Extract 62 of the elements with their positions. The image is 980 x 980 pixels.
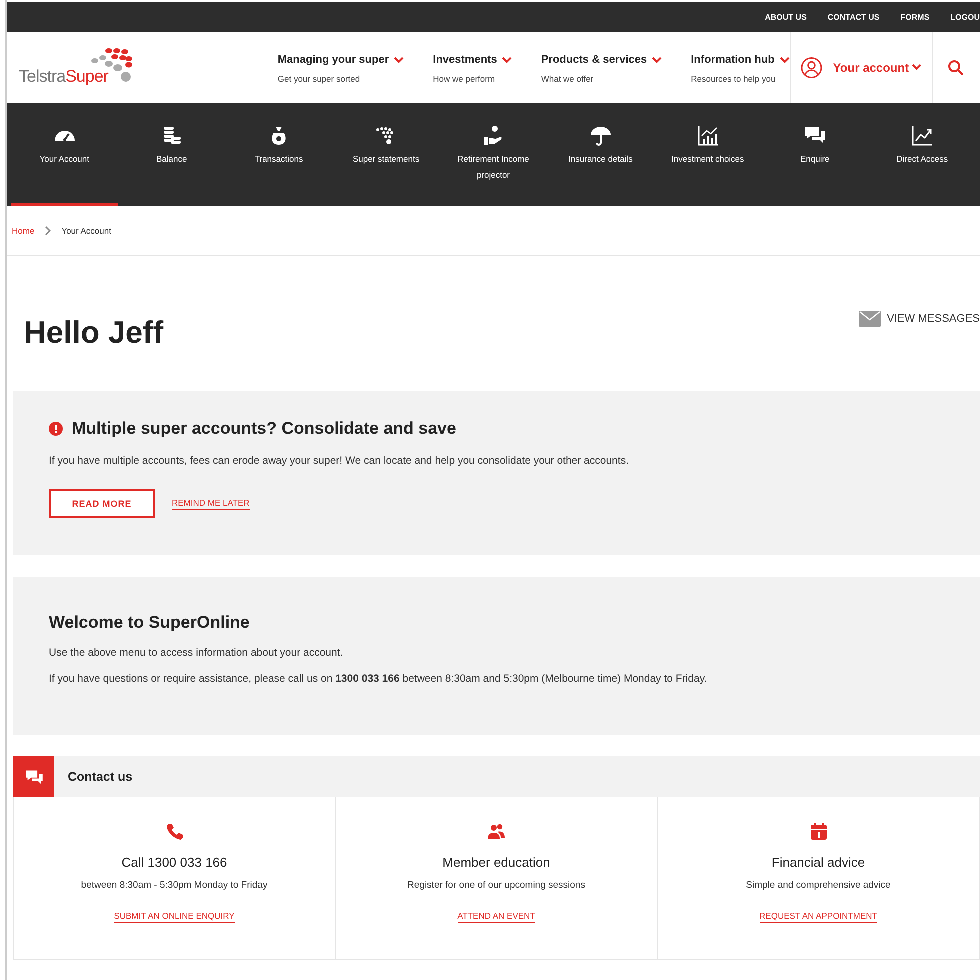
nav-tab[interactable]: Retirement Income projector <box>440 103 548 206</box>
chevron-down-icon <box>652 56 662 64</box>
card-title: Call 1300 033 166 <box>122 855 228 870</box>
alert-title: Multiple super accounts? Consolidate and save <box>72 419 456 439</box>
chevron-right-icon <box>44 226 52 236</box>
top-link[interactable]: ABOUT US <box>765 12 807 22</box>
nav-tab[interactable]: Super statements <box>332 103 440 206</box>
bar-chart-icon <box>696 124 720 146</box>
card-title: Financial advice <box>772 855 866 870</box>
greeting-heading: Hello Jeff <box>24 315 164 351</box>
top-link[interactable]: FORMS <box>900 12 930 22</box>
warning-icon <box>49 422 63 436</box>
welcome-title: Welcome to SuperOnline <box>49 613 251 633</box>
card-text: Register for one of our upcoming sessions <box>408 880 586 891</box>
umbrella-icon <box>588 124 613 146</box>
nav-tab[interactable]: Direct Access <box>868 103 976 206</box>
view-messages-link[interactable]: VIEW MESSAGES <box>859 311 980 327</box>
contact-title: Contact us <box>68 770 133 784</box>
menu-link[interactable]: Managing your super <box>278 54 390 66</box>
nav-tab[interactable]: Insurance details <box>547 103 654 206</box>
read-more-button[interactable]: READ MORE <box>49 489 155 518</box>
card-link[interactable]: REQUEST AN APPOINTMENT <box>760 911 878 923</box>
chevron-down-icon <box>780 56 790 64</box>
menu-link[interactable]: Products & services <box>541 54 648 66</box>
top-link[interactable]: LOGOU <box>950 12 980 22</box>
line-chart-icon <box>910 124 934 146</box>
chevron-down-icon <box>394 56 404 64</box>
card-title: Member education <box>442 855 550 870</box>
card-link[interactable]: ATTEND AN EVENT <box>458 911 536 923</box>
search-icon <box>948 60 964 76</box>
nav-tab[interactable]: Transactions <box>225 103 333 206</box>
account-menu[interactable]: Your account <box>833 60 910 74</box>
card-text: Simple and comprehensive advice <box>746 880 891 891</box>
welcome-text: Use the above menu to access information about your account. <box>49 647 344 659</box>
menu-subtitle: Get your super sorted <box>278 74 362 84</box>
menu-subtitle: What we offer <box>541 74 595 84</box>
menu-link[interactable]: Investments <box>433 54 498 66</box>
remind-later-link[interactable]: REMIND ME LATER <box>172 498 250 510</box>
menu-subtitle: How we perform <box>433 74 496 84</box>
chevron-down-icon <box>502 56 512 64</box>
welcome-text: If you have questions or require assistance, please call us on 1300 033 166 between 8:30am and 5:30pm (Melbourne time) Monday to Friday. <box>49 673 708 685</box>
calendar-icon <box>810 823 828 840</box>
menu-link[interactable]: Information hub <box>691 54 775 66</box>
card-text: between 8:30am - 5:30pm Monday to Friday <box>81 880 268 891</box>
nav-tab[interactable]: Investment choices <box>654 103 762 206</box>
top-link[interactable]: CONTACT US <box>828 12 880 22</box>
breadcrumb-current: Your Account <box>62 226 112 236</box>
chevron-down-icon <box>912 64 922 71</box>
nav-tab[interactable]: Enquire <box>762 103 869 206</box>
nav-tab[interactable]: Balance <box>118 103 226 206</box>
logo-text: TelstraSuper <box>19 67 108 87</box>
card-link[interactable]: SUBMIT AN ONLINE ENQUIRY <box>114 911 235 923</box>
people-icon <box>488 823 506 840</box>
user-icon <box>800 56 822 78</box>
phone-icon <box>166 823 184 840</box>
nav-tab[interactable]: Your Account <box>11 103 118 206</box>
envelope-icon <box>859 311 882 327</box>
menu-subtitle: Resources to help you <box>691 74 777 84</box>
alert-text: If you have multiple accounts, fees can erode away your super! We can locate and help you consolidate your other accounts. <box>49 455 630 467</box>
chat-bubbles-icon <box>24 768 44 784</box>
breadcrumb-link[interactable]: Home <box>12 226 35 236</box>
search-button[interactable] <box>946 58 966 78</box>
